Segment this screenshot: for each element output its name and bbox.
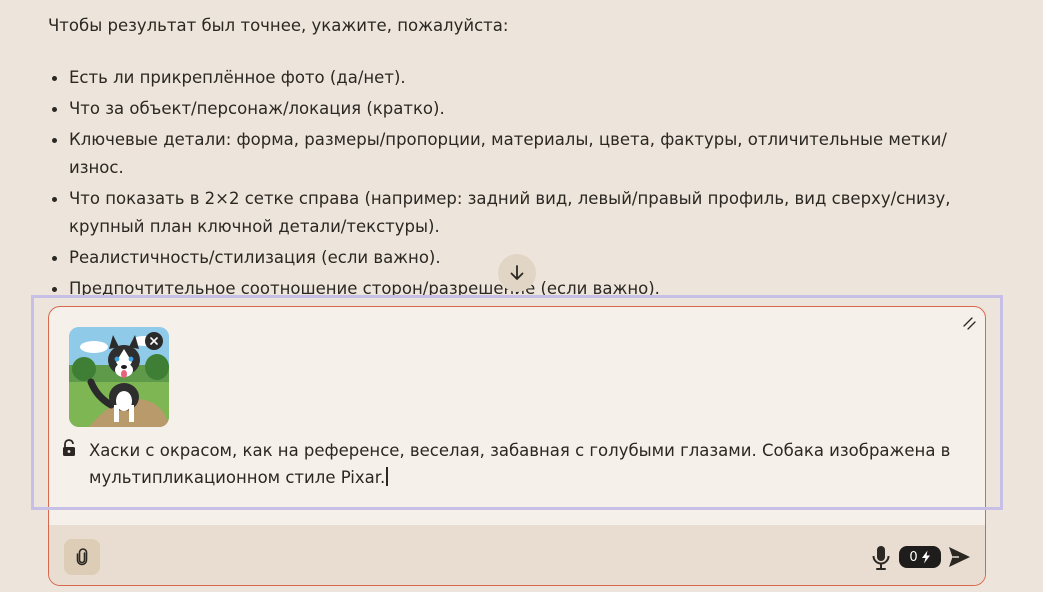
list-item: Что показать в 2×2 сетке справа (наприме… <box>52 185 969 241</box>
prompt-composer: Хаски с окрасом, как на референсе, весел… <box>48 306 986 586</box>
list-item: Ключевые детали: форма, размеры/пропорци… <box>52 126 969 182</box>
close-icon <box>150 337 158 345</box>
prompt-input[interactable]: Хаски с окрасом, как на референсе, весел… <box>89 437 959 491</box>
message-intro: Чтобы результат был точнее, укажите, пож… <box>48 16 509 35</box>
scroll-to-bottom-button[interactable] <box>498 254 536 292</box>
remove-attachment-button[interactable] <box>145 332 163 350</box>
list-item: Что за объект/персонаж/локация (кратко). <box>52 95 969 123</box>
send-icon[interactable] <box>947 545 971 569</box>
lightning-icon <box>921 550 930 564</box>
text-caret <box>386 467 388 486</box>
unlock-icon[interactable] <box>61 439 77 457</box>
list-item: Есть ли прикреплённое фото (да/нет). <box>52 64 969 92</box>
attach-file-button[interactable] <box>64 539 100 575</box>
microphone-icon[interactable] <box>871 545 891 571</box>
credits-value: 0 <box>909 549 918 565</box>
arrow-down-icon <box>510 265 524 280</box>
composer-footer <box>49 525 985 585</box>
paperclip-icon <box>76 548 88 566</box>
prompt-input-text: Хаски с окрасом, как на референсе, весел… <box>89 441 951 487</box>
credits-badge: 0 <box>899 546 941 568</box>
resize-handle-icon[interactable] <box>961 315 977 331</box>
